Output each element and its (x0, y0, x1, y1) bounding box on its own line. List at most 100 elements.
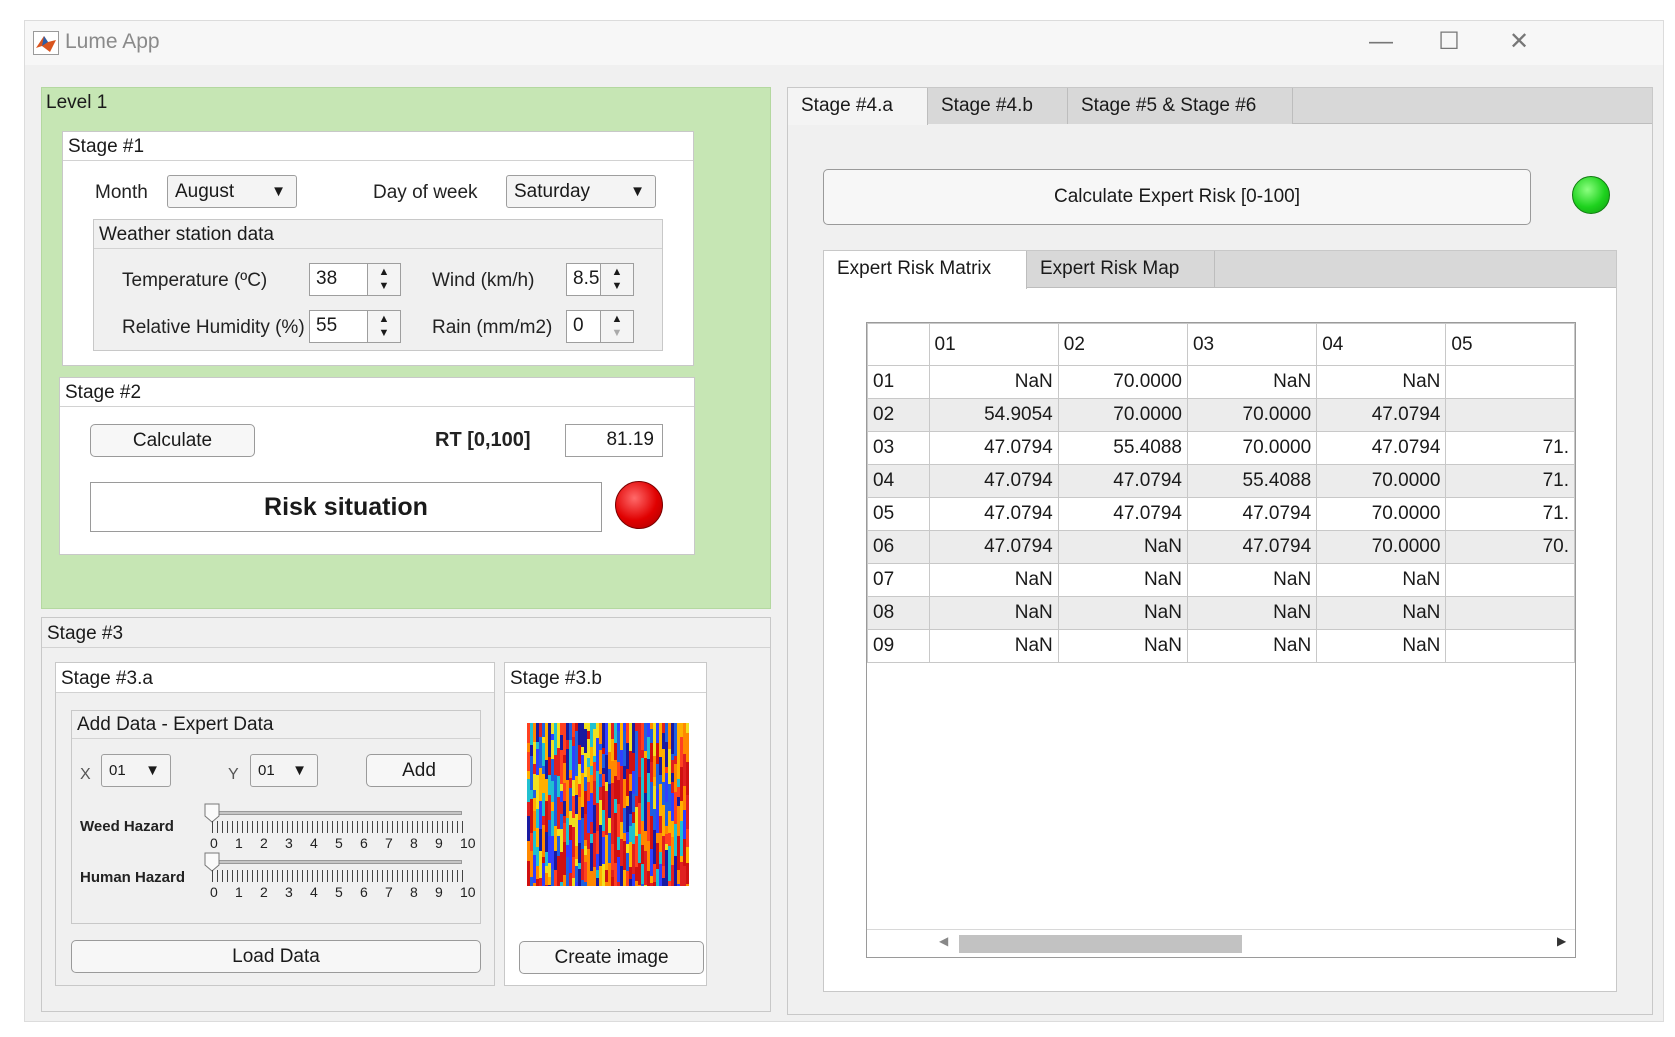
spinner-down-icon[interactable]: ▼ (368, 326, 400, 340)
table-cell[interactable]: 70.0000 (1186, 398, 1318, 432)
scale-label: 2 (260, 835, 268, 851)
minimize-icon[interactable]: — (1361, 27, 1401, 57)
spinner-up-icon[interactable]: ▲ (601, 312, 633, 326)
table-cell[interactable]: NaN (1186, 629, 1318, 663)
table-cell[interactable]: NaN (1316, 563, 1447, 597)
expert-risk-table[interactable]: 01 02 03 04 05 01 NaN 70.0000 NaN NaN 02 54.9054 70… (866, 322, 1576, 958)
table-cell[interactable]: 71. (1445, 464, 1575, 498)
table-cell[interactable]: 47.0794 (1186, 530, 1318, 564)
table-cell[interactable]: 55.4088 (1057, 431, 1188, 465)
table-cell[interactable]: NaN (1316, 596, 1447, 630)
human-hazard-slider[interactable]: 0 1 2 3 4 5 6 7 8 9 10 (204, 852, 476, 910)
row-header: 03 (867, 431, 930, 465)
table-cell[interactable]: NaN (1057, 629, 1188, 663)
level1-title: Level 1 (46, 92, 108, 113)
maximize-icon[interactable]: ☐ (1429, 27, 1469, 57)
scroll-left-icon[interactable]: ◀ (939, 934, 948, 948)
table-cell[interactable]: 70. (1445, 530, 1575, 564)
table-cell[interactable] (1445, 365, 1575, 399)
table-cell[interactable]: 47.0794 (928, 431, 1059, 465)
spinner-down-icon[interactable]: ▼ (368, 279, 400, 293)
create-image-button[interactable]: Create image (519, 941, 704, 974)
wind-spinner[interactable]: 8.5 ▲ ▼ (566, 263, 634, 296)
rt-value-field[interactable]: 81.19 (565, 424, 663, 457)
slider-thumb[interactable] (204, 852, 220, 872)
table-cell[interactable]: NaN (1057, 563, 1188, 597)
close-icon[interactable]: ✕ (1499, 27, 1539, 57)
weed-hazard-slider[interactable]: 0 1 2 3 4 5 6 7 8 9 10 (204, 803, 476, 859)
calculate-button[interactable]: Calculate (90, 424, 255, 457)
table-cell[interactable]: NaN (1186, 365, 1318, 399)
column-header: 04 (1316, 323, 1447, 366)
table-cell[interactable]: 55.4088 (1186, 464, 1318, 498)
column-header: 05 (1445, 323, 1575, 366)
table-row: 07 NaN NaN NaN NaN (867, 563, 1575, 597)
table-cell[interactable]: NaN (1186, 596, 1318, 630)
table-cell[interactable]: 47.0794 (928, 530, 1059, 564)
table-cell[interactable]: 54.9054 (928, 398, 1059, 432)
horizontal-scrollbar[interactable]: ◀ ▶ (867, 929, 1575, 957)
table-cell[interactable]: 47.0794 (1057, 497, 1188, 531)
table-cell[interactable]: NaN (1316, 365, 1447, 399)
table-cell[interactable]: NaN (928, 596, 1059, 630)
scrollbar-thumb[interactable] (959, 935, 1242, 953)
table-cell[interactable]: 70.0000 (1316, 530, 1447, 564)
tab-strip: Stage #4.a Stage #4.b Stage #5 & Stage #… (788, 88, 1652, 125)
table-cell[interactable]: NaN (928, 365, 1059, 399)
table-cell[interactable]: 71. (1445, 431, 1575, 465)
day-of-week-dropdown[interactable]: Saturday ▼ (506, 175, 656, 208)
table-cell[interactable]: 70.0000 (1316, 497, 1447, 531)
table-cell[interactable]: NaN (1057, 530, 1188, 564)
table-cell[interactable]: NaN (1057, 596, 1188, 630)
tab-stage-4a[interactable]: Stage #4.a (788, 88, 928, 125)
slider-thumb[interactable] (204, 803, 220, 823)
scroll-right-icon[interactable]: ▶ (1557, 934, 1566, 948)
table-cell[interactable]: 47.0794 (1316, 431, 1447, 465)
table-cell[interactable]: 47.0794 (928, 497, 1059, 531)
spinner-up-icon[interactable]: ▲ (368, 265, 400, 279)
humidity-spinner[interactable]: 55 ▲ ▼ (309, 310, 401, 343)
table-cell[interactable]: 47.0794 (1316, 398, 1447, 432)
table-cell[interactable]: 47.0794 (928, 464, 1059, 498)
month-dropdown[interactable]: August ▼ (167, 175, 297, 208)
table-cell[interactable] (1445, 398, 1575, 432)
tab-expert-risk-map[interactable]: Expert Risk Map (1027, 251, 1215, 287)
table-cell[interactable]: NaN (1186, 563, 1318, 597)
table-cell[interactable] (1445, 596, 1575, 630)
table-cell[interactable]: 47.0794 (1057, 464, 1188, 498)
row-header: 08 (867, 596, 930, 630)
table-cell[interactable]: NaN (928, 563, 1059, 597)
table-cell[interactable]: NaN (1316, 629, 1447, 663)
rain-spinner[interactable]: 0 ▲ ▼ (566, 310, 634, 343)
risk-situation-display: Risk situation (90, 482, 602, 532)
table-cell[interactable]: 70.0000 (1186, 431, 1318, 465)
spinner-down-icon[interactable]: ▼ (601, 279, 633, 293)
table-cell[interactable]: 70.0000 (1057, 365, 1188, 399)
scale-label: 10 (460, 884, 476, 900)
slider-track (212, 860, 462, 864)
table-cell[interactable]: 71. (1445, 497, 1575, 531)
spinner-up-icon[interactable]: ▲ (601, 265, 633, 279)
slider-ticks (212, 870, 463, 882)
x-dropdown[interactable]: 01 ▼ (101, 754, 171, 787)
tab-stage-4b[interactable]: Stage #4.b (928, 88, 1068, 124)
table-cell[interactable]: 47.0794 (1186, 497, 1318, 531)
temperature-spinner[interactable]: 38 ▲ ▼ (309, 263, 401, 296)
table-cell[interactable]: NaN (928, 629, 1059, 663)
tab-expert-risk-matrix[interactable]: Expert Risk Matrix (824, 251, 1027, 289)
calculate-expert-risk-button[interactable]: Calculate Expert Risk [0-100] (823, 169, 1531, 225)
y-dropdown[interactable]: 01 ▼ (250, 754, 318, 787)
add-button[interactable]: Add (366, 754, 472, 787)
table-cell[interactable]: 70.0000 (1316, 464, 1447, 498)
corner-header (867, 323, 930, 366)
table-cell[interactable] (1445, 629, 1575, 663)
table-cell[interactable] (1445, 563, 1575, 597)
tab-stage-5-6[interactable]: Stage #5 & Stage #6 (1068, 88, 1293, 124)
spinner-down-icon[interactable]: ▼ (601, 326, 633, 340)
spinner-up-icon[interactable]: ▲ (368, 312, 400, 326)
table-cell[interactable]: 70.0000 (1057, 398, 1188, 432)
load-data-button[interactable]: Load Data (71, 940, 481, 973)
weather-station-title: Weather station data (99, 224, 274, 245)
level1-panel: Level 1 Stage #1 Month August ▼ Day of w… (41, 87, 771, 609)
expert-subtab-panel: Expert Risk Matrix Expert Risk Map 01 02 0… (823, 250, 1617, 992)
